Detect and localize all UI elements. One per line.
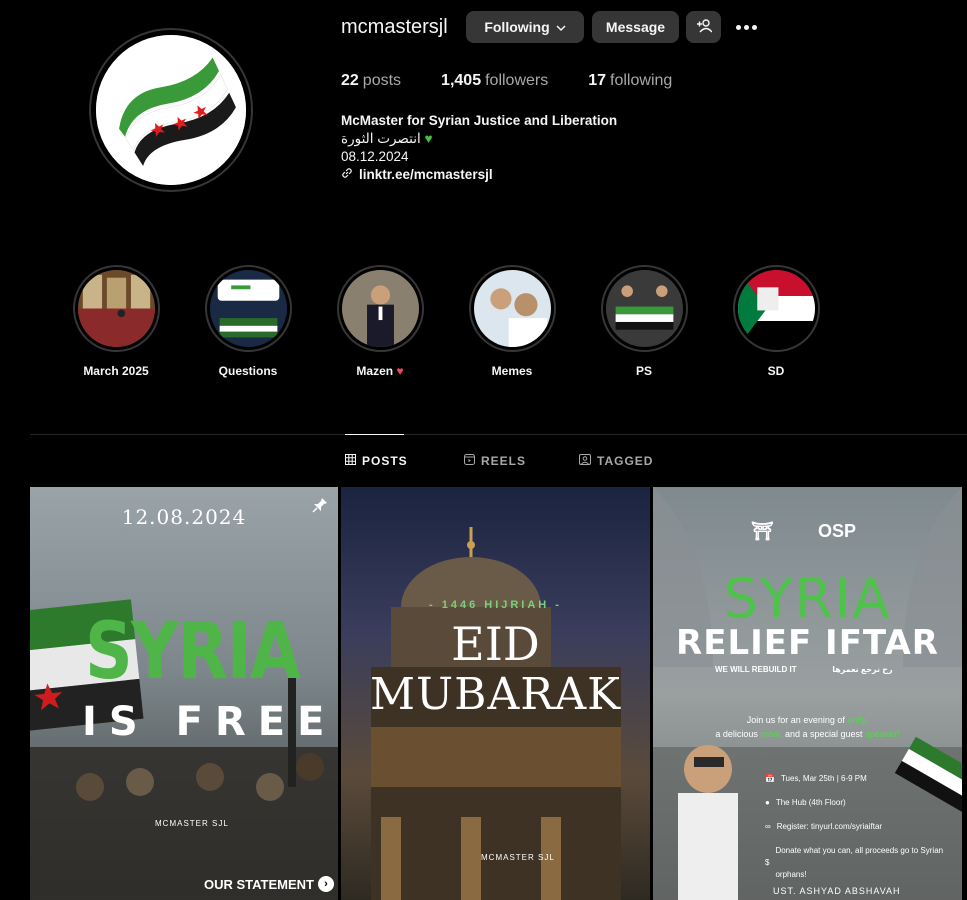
location-pin-icon: ● [765, 798, 770, 807]
followers-stat[interactable]: 1,405 followers [441, 72, 548, 90]
profile-stats: 22 posts 1,405 followers 17 following [341, 72, 712, 90]
bio-date: 08.12.2024 [341, 149, 409, 164]
post-headline: SYRIA [85, 607, 301, 697]
active-tab-indicator [345, 434, 404, 435]
following-button[interactable]: Following [466, 11, 584, 43]
eid-title: EID [451, 617, 540, 671]
post-headline: SYRIA [723, 567, 892, 630]
message-label: Message [605, 19, 666, 35]
highlight-image [737, 270, 815, 347]
post-subheadline: IS FREE [82, 699, 337, 745]
event-details: 📅 Tues, Mar 25th | 6-9 PM ● The Hub (4th F… [765, 767, 962, 887]
link-icon [341, 166, 353, 184]
speaker-credit: UST. ASHYAD ABSHAVAH [773, 886, 901, 896]
highlight-march-2025[interactable]: March 2025 [56, 265, 176, 378]
posts-stat: 22 posts [341, 72, 402, 89]
post-subheadline: RELIEF IFTAR [676, 623, 939, 663]
profile-username: mcmastersjl [341, 16, 448, 38]
message-button[interactable]: Message [592, 11, 679, 43]
highlight-questions[interactable]: Questions [188, 265, 308, 378]
dollar-icon: $ [765, 858, 770, 867]
highlight-ps[interactable]: PS [584, 265, 704, 378]
invite-text: Join us for an evening of unity, a delic… [715, 715, 900, 739]
highlight-sd[interactable]: SD [716, 265, 836, 378]
post-watermark: MCMASTER SJL [155, 819, 229, 828]
highlight-image [341, 270, 419, 347]
mosque-logo-icon: ⛩ [751, 521, 774, 541]
highlight-image [605, 270, 683, 347]
calendar-icon: 📅 [765, 774, 775, 783]
tab-reels[interactable]: REELS [464, 454, 526, 468]
add-user-icon [696, 18, 713, 36]
our-statement-label: OUR STATEMENT › [204, 876, 334, 892]
following-label: Following [484, 19, 550, 35]
tab-posts[interactable]: POSTS [345, 454, 408, 468]
following-stat[interactable]: 17 following [588, 72, 672, 90]
tab-tagged[interactable]: TAGGED [579, 454, 653, 468]
link-icon: ∞ [765, 822, 771, 831]
pin-icon [312, 497, 328, 518]
bio-link[interactable]: linktr.ee/mcmastersjl [341, 166, 617, 184]
reels-icon [464, 454, 475, 468]
chevron-right-icon: › [318, 876, 334, 892]
red-heart-icon: ♥ [396, 364, 404, 378]
post-eid-mubarak[interactable]: - 1446 HIJRIAH - EID MUBARAK MCMASTER SJ… [341, 487, 650, 900]
post-syria-is-free[interactable]: 12.08.2024 SYRIA IS FREE MCMASTER SJL OU… [30, 487, 338, 900]
post-watermark: MCMASTER SJL [481, 853, 555, 862]
hijri-year: - 1446 HIJRIAH - [429, 599, 562, 611]
chevron-down-icon [556, 19, 566, 35]
tagged-icon [579, 454, 591, 468]
suggested-users-button[interactable] [686, 11, 721, 43]
more-options-icon[interactable] [733, 16, 759, 38]
post-syria-relief-iftar[interactable]: ⛩ OSP SYRIA RELIEF IFTAR WE WILL REBUILD… [653, 487, 962, 900]
highlight-image [209, 270, 287, 347]
profile-avatar[interactable] [89, 28, 253, 192]
osp-logo: OSP [818, 521, 857, 541]
avatar-image [96, 35, 246, 185]
mubarak-title: MUBARAK [369, 669, 622, 720]
rebuild-tagline: WE WILL REBUILD IT رح نرجع نعمرها [715, 665, 893, 674]
highlight-image [473, 270, 551, 347]
post-date: 12.08.2024 [121, 505, 247, 529]
highlight-image [77, 270, 155, 347]
bio-line-arabic: انتصرت الثورة ♥ [341, 131, 433, 146]
green-heart-icon: ♥ [424, 131, 433, 146]
highlight-mazen[interactable]: Mazen ♥ [320, 265, 440, 378]
bio-name: McMaster for Syrian Justice and Liberati… [341, 113, 618, 128]
profile-bio: McMaster for Syrian Justice and Liberati… [341, 112, 617, 184]
grid-icon [345, 454, 356, 468]
tabs-divider [30, 434, 967, 435]
highlight-memes[interactable]: Memes [452, 265, 572, 378]
